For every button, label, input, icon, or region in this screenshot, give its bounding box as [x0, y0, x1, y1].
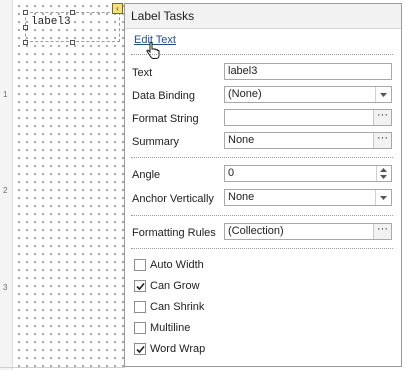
anchor-vertically-label: Anchor Vertically	[132, 193, 214, 205]
multiline-checkbox[interactable]	[134, 322, 146, 334]
separator	[131, 215, 393, 216]
can-shrink-checkbox[interactable]	[134, 301, 146, 313]
vertical-ruler: 1 2 3	[0, 0, 13, 370]
resize-handle-bottom-left[interactable]	[23, 40, 28, 45]
formatting-rules-input[interactable]: (Collection) ···	[224, 223, 392, 240]
data-binding-label: Data Binding	[132, 90, 195, 102]
checkmark-icon	[136, 345, 145, 354]
ruler-mark-1: 1	[3, 90, 8, 99]
summary-label: Summary	[132, 136, 180, 148]
surface-bottom-border	[0, 367, 125, 368]
hand-cursor-icon	[146, 42, 160, 59]
can-grow-checkbox[interactable]	[134, 280, 146, 292]
angle-value: 0	[228, 167, 235, 179]
separator	[131, 157, 393, 158]
separator	[131, 54, 393, 55]
text-input-value: label3	[228, 65, 258, 77]
text-label: Text	[132, 67, 153, 79]
formatting-rules-value: (Collection)	[228, 225, 284, 237]
spin-up-icon[interactable]	[380, 168, 387, 172]
smart-tag-collapse-icon[interactable]: ‹	[112, 3, 123, 14]
resize-handle-left[interactable]	[23, 25, 28, 30]
formatting-rules-ellipsis-button[interactable]: ···	[373, 224, 391, 239]
auto-width-checkbox[interactable]	[134, 259, 146, 271]
label-tasks-panel: Label Tasks Edit Text Text label3 Data B…	[124, 3, 402, 367]
report-design-surface[interactable]	[13, 0, 125, 370]
format-string-input[interactable]: ···	[224, 109, 392, 126]
checkmark-icon	[136, 282, 145, 291]
format-string-ellipsis-button[interactable]: ···	[373, 110, 391, 125]
resize-handle-top[interactable]	[70, 10, 75, 15]
auto-width-label: Auto Width	[150, 259, 204, 271]
anchor-vertically-dropdown[interactable]: None	[224, 189, 392, 206]
can-shrink-label: Can Shrink	[150, 301, 205, 313]
format-string-label: Format String	[132, 113, 199, 125]
angle-spin-buttons[interactable]	[376, 166, 391, 181]
chevron-down-icon[interactable]	[375, 190, 391, 205]
panel-title: Label Tasks	[125, 4, 401, 29]
angle-spin-input[interactable]: 0	[224, 165, 392, 182]
angle-label: Angle	[132, 169, 161, 181]
word-wrap-label: Word Wrap	[150, 343, 206, 355]
multiline-label: Multiline	[150, 322, 191, 334]
ruler-mark-2: 2	[3, 186, 8, 195]
spin-down-icon[interactable]	[380, 175, 387, 179]
resize-handle-bottom[interactable]	[70, 40, 75, 45]
formatting-rules-label: Formatting Rules	[132, 227, 216, 239]
ruler-mark-3: 3	[3, 283, 8, 292]
can-grow-label: Can Grow	[150, 280, 200, 292]
data-binding-value: (None)	[228, 88, 262, 100]
summary-ellipsis-button[interactable]: ···	[373, 133, 391, 148]
anchor-vertically-value: None	[228, 191, 255, 203]
resize-handle-top-left[interactable]	[23, 10, 28, 15]
chevron-down-icon[interactable]	[375, 87, 391, 102]
separator	[131, 248, 393, 249]
summary-input[interactable]: None ···	[224, 132, 392, 149]
text-input[interactable]: label3	[224, 63, 392, 80]
summary-value: None	[228, 134, 255, 146]
data-binding-dropdown[interactable]: (None)	[224, 86, 392, 103]
word-wrap-checkbox[interactable]	[134, 343, 146, 355]
label-control-text: label3	[31, 16, 71, 28]
